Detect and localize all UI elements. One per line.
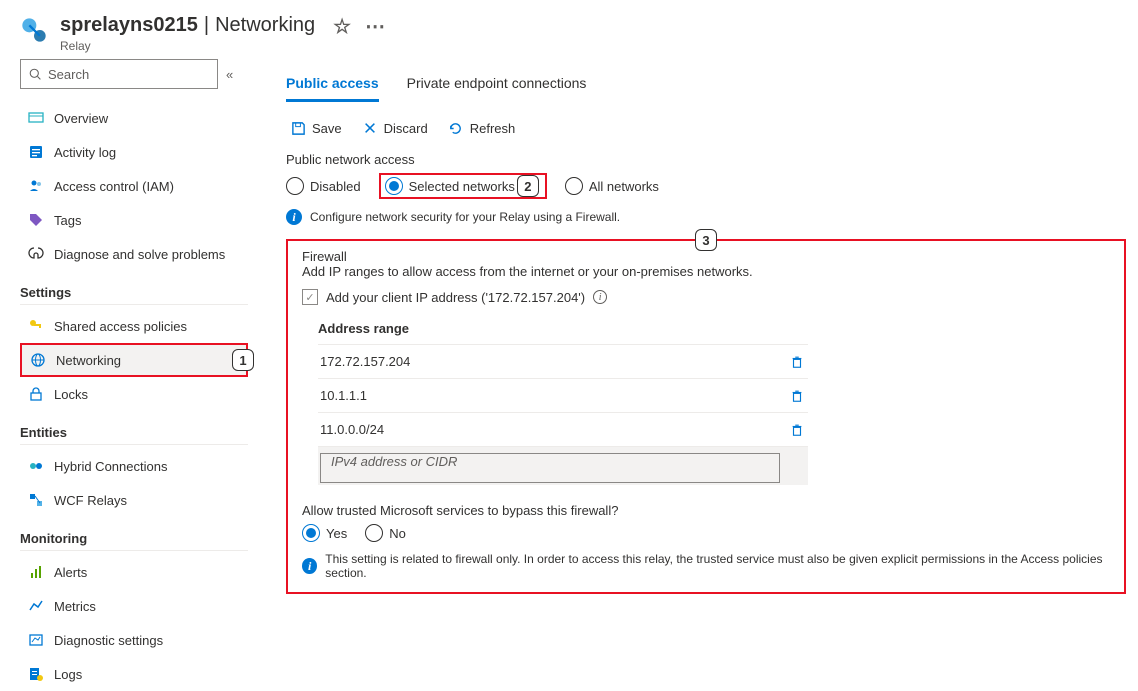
- discard-icon: [362, 120, 378, 136]
- sidebar-item-diagnose[interactable]: Diagnose and solve problems: [20, 237, 248, 271]
- radio-selected-networks[interactable]: Selected networks 2: [379, 173, 547, 199]
- network-icon: [30, 352, 46, 368]
- table-row: 11.0.0.0/24: [318, 413, 808, 447]
- table-row: 172.72.157.204: [318, 345, 808, 379]
- blade-name: Networking: [215, 14, 315, 37]
- sidebar-search-input[interactable]: Search: [20, 59, 218, 89]
- favorite-star-icon[interactable]: ☆: [333, 14, 351, 39]
- firewall-title: Firewall: [302, 249, 1110, 264]
- search-icon: [29, 68, 42, 81]
- bypass-label: Allow trusted Microsoft services to bypa…: [302, 503, 1110, 518]
- sidebar-item-diagnostic-settings[interactable]: Diagnostic settings: [20, 623, 248, 657]
- sidebar-section-settings: Settings: [20, 285, 248, 305]
- logs-icon: [28, 666, 44, 682]
- main-content: Public access Private endpoint connectio…: [258, 59, 1138, 691]
- delete-row-icon[interactable]: [790, 389, 806, 403]
- sidebar-item-hybrid-connections[interactable]: Hybrid Connections: [20, 449, 248, 483]
- delete-row-icon[interactable]: [790, 423, 806, 437]
- callout-badge-1: 1: [232, 349, 254, 371]
- add-client-ip-label: Add your client IP address ('172.72.157.…: [326, 290, 585, 305]
- bypass-section: Allow trusted Microsoft services to bypa…: [302, 503, 1110, 580]
- sidebar: Search « Overview Activity log Access co…: [0, 59, 258, 691]
- radio-bypass-no[interactable]: No: [365, 524, 406, 542]
- key-icon: [28, 318, 44, 334]
- tabs: Public access Private endpoint connectio…: [286, 67, 1126, 102]
- firewall-section: 3 Firewall Add IP ranges to allow access…: [286, 239, 1126, 594]
- tab-public-access[interactable]: Public access: [286, 67, 379, 102]
- callout-badge-3: 3: [695, 229, 717, 251]
- toolbar: Save Discard Refresh: [290, 120, 1126, 136]
- overview-icon: [28, 110, 44, 126]
- address-range-input[interactable]: IPv4 address or CIDR: [320, 453, 780, 483]
- public-network-access-label: Public network access: [286, 152, 1126, 167]
- sidebar-item-shared-access-policies[interactable]: Shared access policies: [20, 309, 248, 343]
- metrics-icon: [28, 598, 44, 614]
- sidebar-item-networking[interactable]: Networking 1: [20, 343, 248, 377]
- resource-name: sprelayns0215: [60, 14, 198, 37]
- bypass-info: i This setting is related to firewall on…: [302, 552, 1110, 580]
- add-client-ip-checkbox[interactable]: ✓: [302, 289, 318, 305]
- activity-log-icon: [28, 144, 44, 160]
- callout-badge-2: 2: [517, 175, 539, 197]
- iam-icon: [28, 178, 44, 194]
- public-access-radio-group: Disabled Selected networks 2 All network…: [286, 173, 1126, 199]
- address-range-header: Address range: [318, 313, 808, 345]
- resource-type-label: Relay: [60, 39, 385, 53]
- more-actions-icon[interactable]: ⋯: [365, 14, 385, 39]
- sidebar-item-access-control[interactable]: Access control (IAM): [20, 169, 248, 203]
- wcf-icon: [28, 492, 44, 508]
- radio-all-networks[interactable]: All networks: [565, 177, 659, 195]
- tags-icon: [28, 212, 44, 228]
- table-row: 10.1.1.1: [318, 379, 808, 413]
- radio-disabled[interactable]: Disabled: [286, 177, 361, 195]
- hybrid-icon: [28, 458, 44, 474]
- sidebar-item-overview[interactable]: Overview: [20, 101, 248, 135]
- info-icon: i: [286, 209, 302, 225]
- relay-resource-icon: [20, 16, 48, 44]
- diagnose-icon: [28, 246, 44, 262]
- refresh-button[interactable]: Refresh: [448, 120, 516, 136]
- page-title: sprelayns0215 | Networking ☆ ⋯: [60, 12, 385, 39]
- sidebar-item-wcf-relays[interactable]: WCF Relays: [20, 483, 248, 517]
- sidebar-item-tags[interactable]: Tags: [20, 203, 248, 237]
- firewall-config-info: i Configure network security for your Re…: [286, 209, 1126, 225]
- sidebar-section-monitoring: Monitoring: [20, 531, 248, 551]
- save-button[interactable]: Save: [290, 120, 342, 136]
- refresh-icon: [448, 120, 464, 136]
- sidebar-section-entities: Entities: [20, 425, 248, 445]
- blade-header: sprelayns0215 | Networking ☆ ⋯ Relay: [0, 0, 1138, 59]
- sidebar-item-alerts[interactable]: Alerts: [20, 555, 248, 589]
- lock-icon: [28, 386, 44, 402]
- tab-private-endpoint[interactable]: Private endpoint connections: [407, 67, 587, 102]
- alerts-icon: [28, 564, 44, 580]
- collapse-sidebar-icon[interactable]: «: [226, 67, 233, 82]
- firewall-description: Add IP ranges to allow access from the i…: [302, 264, 1110, 279]
- info-icon: i: [302, 558, 317, 574]
- discard-button[interactable]: Discard: [362, 120, 428, 136]
- sidebar-item-locks[interactable]: Locks: [20, 377, 248, 411]
- address-range-table: Address range 172.72.157.204 10.1.1.1 11…: [318, 313, 808, 485]
- radio-bypass-yes[interactable]: Yes: [302, 524, 347, 542]
- save-icon: [290, 120, 306, 136]
- diagnostic-settings-icon: [28, 632, 44, 648]
- sidebar-item-logs[interactable]: Logs: [20, 657, 248, 691]
- help-icon[interactable]: i: [593, 290, 607, 304]
- sidebar-item-activity-log[interactable]: Activity log: [20, 135, 248, 169]
- sidebar-item-metrics[interactable]: Metrics: [20, 589, 248, 623]
- delete-row-icon[interactable]: [790, 355, 806, 369]
